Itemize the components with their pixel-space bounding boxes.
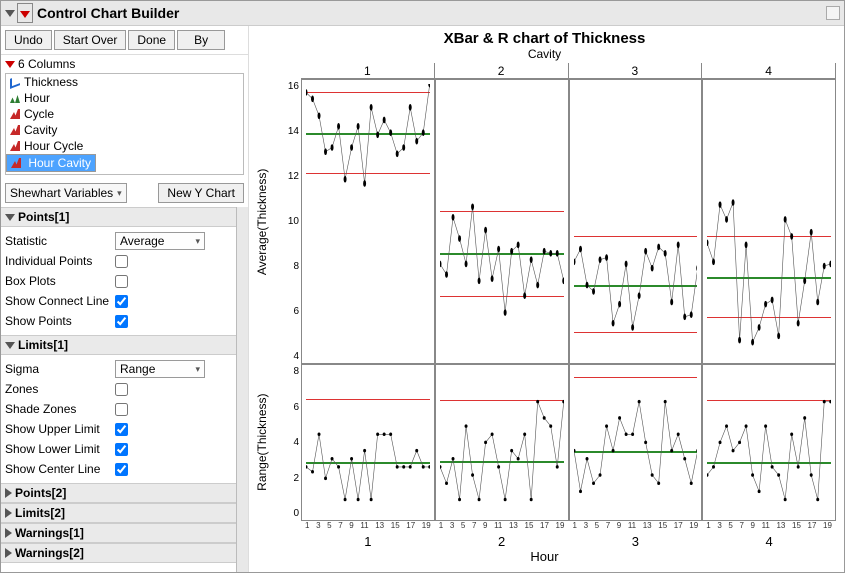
nom-icon xyxy=(11,158,21,168)
shade-zones-checkbox[interactable] xyxy=(115,403,128,416)
yaxis-row2: 16141210864 xyxy=(271,79,301,364)
column-item-hour[interactable]: Hour xyxy=(6,90,243,106)
chart-panel[interactable] xyxy=(435,79,569,364)
section-warnings1[interactable]: Warnings[1] xyxy=(1,523,236,543)
ylabel-bot: Range(Thickness) xyxy=(253,364,271,521)
column-item-thickness[interactable]: Thickness xyxy=(6,74,243,90)
disclosure-icon[interactable] xyxy=(5,10,15,17)
xaxis-cavity-3: 1357911131517193 xyxy=(569,521,703,549)
undo-button[interactable]: Undo xyxy=(5,30,52,50)
left-scrollbar[interactable] xyxy=(236,207,248,572)
xaxis-cavity-4: 1357911131517194 xyxy=(702,521,836,549)
cavity-header-2: 2 xyxy=(435,63,569,79)
columns-count-label: 6 Columns xyxy=(18,57,75,71)
chart-panel[interactable] xyxy=(702,364,836,521)
chart-panel[interactable] xyxy=(569,79,703,364)
upper-limit-checkbox[interactable] xyxy=(115,423,128,436)
xlabel: Hour xyxy=(253,549,836,564)
detach-button[interactable] xyxy=(826,6,840,20)
zones-checkbox[interactable] xyxy=(115,383,128,396)
ord-icon xyxy=(10,93,20,103)
individual-points-checkbox[interactable] xyxy=(115,255,128,268)
cavity-header-3: 3 xyxy=(569,63,703,79)
nom-icon xyxy=(10,141,20,151)
connect-line-checkbox[interactable] xyxy=(115,295,128,308)
section-limits2[interactable]: Limits[2] xyxy=(1,503,236,523)
nom-icon xyxy=(10,109,20,119)
chevron-down-icon: ▾ xyxy=(117,188,122,199)
red-menu-icon[interactable] xyxy=(17,3,33,23)
section-limits1[interactable]: Limits[1] xyxy=(1,335,236,355)
box-plots-checkbox[interactable] xyxy=(115,275,128,288)
xaxis-cavity-1: 1357911131517191 xyxy=(301,521,435,549)
section-points1[interactable]: Points[1] xyxy=(1,207,236,227)
cavity-header-1: 1 xyxy=(301,63,435,79)
xaxis-cavity-2: 1357911131517192 xyxy=(435,521,569,549)
chart-panel[interactable] xyxy=(435,364,569,521)
shewhart-dropdown[interactable]: Shewhart Variables ▾ xyxy=(5,183,127,203)
window-titlebar: Control Chart Builder xyxy=(1,1,844,26)
chart-panel[interactable] xyxy=(569,364,703,521)
chart-title: XBar & R chart of Thickness xyxy=(253,30,836,47)
sigma-select[interactable]: Range▾ xyxy=(115,360,205,378)
toolbar: Undo Start Over Done By xyxy=(1,26,248,54)
yaxis-row3: 86420 xyxy=(271,364,301,521)
chart-panel[interactable] xyxy=(301,79,435,364)
statistic-select[interactable]: Average▾ xyxy=(115,232,205,250)
columns-header[interactable]: 6 Columns xyxy=(1,54,248,73)
nom-icon xyxy=(10,125,20,135)
red-menu-icon[interactable] xyxy=(5,61,15,68)
columns-list: ThicknessHourCycleCavityHour CycleHour C… xyxy=(5,73,244,175)
column-item-cavity[interactable]: Cavity xyxy=(6,122,243,138)
done-button[interactable]: Done xyxy=(128,30,175,50)
column-item-hour-cycle[interactable]: Hour Cycle xyxy=(6,138,243,154)
cont-icon xyxy=(10,75,20,89)
show-points-checkbox[interactable] xyxy=(115,315,128,328)
window-title: Control Chart Builder xyxy=(37,5,179,21)
column-item-cycle[interactable]: Cycle xyxy=(6,106,243,122)
cavity-header-4: 4 xyxy=(702,63,836,79)
chart-panel[interactable] xyxy=(702,79,836,364)
start-over-button[interactable]: Start Over xyxy=(54,30,127,50)
new-y-chart-button[interactable]: New Y Chart xyxy=(158,183,244,203)
center-line-checkbox[interactable] xyxy=(115,463,128,476)
section-points2[interactable]: Points[2] xyxy=(1,483,236,503)
section-warnings2[interactable]: Warnings[2] xyxy=(1,543,236,563)
chart-panel[interactable] xyxy=(301,364,435,521)
chart-cavity-label: Cavity xyxy=(253,47,836,61)
column-item-hour-cavity[interactable]: Hour Cavity xyxy=(6,154,96,172)
lower-limit-checkbox[interactable] xyxy=(115,443,128,456)
ylabel-top: Average(Thickness) xyxy=(253,79,271,364)
by-button[interactable]: By xyxy=(177,30,225,50)
